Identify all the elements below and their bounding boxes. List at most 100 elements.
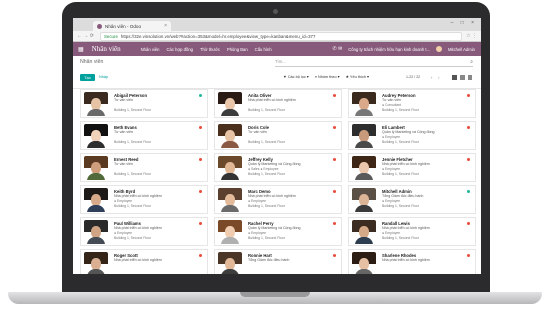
- presence-status-icon: [333, 94, 336, 97]
- employee-card[interactable]: Ronnie Hart Tổng Giám đốc điều hành: [214, 249, 342, 274]
- window-controls[interactable]: – □ ×: [451, 20, 478, 26]
- company-switcher[interactable]: Công ty trách nhiệm hữu hạn kinh doanh t…: [348, 47, 430, 52]
- presence-status-icon: [467, 190, 470, 193]
- employee-job-title: Tổng Giám đốc điều hành: [382, 194, 424, 198]
- employee-photo: [352, 220, 376, 244]
- employee-tags: ● Sales ● Employee: [248, 167, 279, 171]
- laptop-screen: Nhân viên - Odoo × – □ × ← → ⟳ Secure ht…: [73, 18, 481, 274]
- kanban-view-icon[interactable]: [452, 75, 457, 80]
- employee-photo: [352, 92, 376, 116]
- menu-item-configuration[interactable]: Cấu hình: [255, 47, 272, 52]
- employee-job-title: Nhà phát triển có kinh nghiệm: [382, 258, 430, 262]
- employee-location: Building 1, Second Floor: [248, 204, 285, 208]
- photo-body: [355, 237, 373, 244]
- employee-photo: [84, 156, 108, 180]
- employee-photo: [218, 156, 242, 180]
- employee-card[interactable]: Doris Cole Tư vấn viên Building 1, Second …: [214, 121, 342, 150]
- employee-card[interactable]: Paul Williams Nhà phát triển có kinh nghi…: [80, 217, 208, 246]
- search-options: ▼ Các bộ lọc ▾ ≡ Nhóm theo ▾ ★ Yêu thích…: [283, 74, 369, 81]
- employee-card[interactable]: Anita Oliver Nhà phát triển có kinh nghiệ…: [214, 89, 342, 118]
- photo-body: [87, 173, 105, 180]
- employee-tags: ● Employee: [382, 199, 401, 203]
- photo-body: [87, 237, 105, 244]
- employee-job-title: Nhà phát triển có kinh nghiệm: [114, 258, 162, 262]
- address-bar-row: ← → ⟳ Secure https://32e.vinsolution.vn/…: [73, 31, 481, 42]
- presence-status-icon: [333, 158, 336, 161]
- employee-location: Building 1, Second Floor: [114, 108, 151, 112]
- employee-location: Building 1, Second Floor: [382, 236, 419, 240]
- apps-menu-icon[interactable]: ▦: [78, 46, 84, 53]
- employee-photo: [352, 252, 376, 274]
- employee-job-title: Quản lý Marketing và Cộng đồng: [382, 130, 435, 134]
- employee-card[interactable]: Abigail Peterson Tư vấn viên Building 1, S…: [80, 89, 208, 118]
- favorites-dropdown[interactable]: ★ Yêu thích ▾: [346, 74, 369, 81]
- groupby-dropdown[interactable]: ≡ Nhóm theo ▾: [315, 74, 340, 81]
- employee-card[interactable]: Eli Lambert Quản lý Marketing và Cộng đồn…: [348, 121, 476, 150]
- presence-status-icon: [333, 222, 336, 225]
- bookmark-menu-icons[interactable]: ☆ ⋮: [466, 33, 477, 39]
- messaging-icons[interactable]: ✆ ✉: [333, 46, 343, 52]
- employee-card[interactable]: Audrey Peterson Tư vấn viên ● Consultant Bu…: [348, 89, 476, 118]
- employee-card[interactable]: Mitchell Admin Tổng Giám đốc điều hành ● E…: [348, 185, 476, 214]
- browser-tabbar: Nhân viên - Odoo × – □ ×: [73, 18, 481, 31]
- top-menu: Nhân viên Các hợp đồng Thờ thước Phòng B…: [141, 47, 272, 52]
- presence-status-icon: [199, 94, 202, 97]
- employee-job-title: Tư vấn viên: [114, 162, 133, 166]
- menu-item-attendance[interactable]: Thờ thước: [200, 47, 220, 52]
- control-panel: Nhân viên Tìm... ⌕ Tạo Nhập ▼ Các bộ lọc…: [73, 56, 481, 89]
- search-icon[interactable]: ⌕: [470, 59, 473, 65]
- create-button[interactable]: Tạo: [80, 74, 95, 81]
- photo-body: [221, 205, 239, 212]
- laptop-notch: [240, 292, 310, 297]
- nav-buttons[interactable]: ← → ⟳: [77, 33, 94, 39]
- list-view-icon[interactable]: [460, 75, 465, 80]
- presence-status-icon: [467, 94, 470, 97]
- address-bar[interactable]: Secure https://32e.vinsolution.vn/web?#a…: [99, 31, 463, 41]
- user-avatar[interactable]: [436, 46, 442, 52]
- secure-label: Secure: [103, 33, 118, 39]
- employee-job-title: Tư vấn viên: [248, 130, 267, 134]
- employee-card[interactable]: Marc Demo Nhà phát triển có kinh nghiệm ● …: [214, 185, 342, 214]
- employee-photo: [218, 220, 242, 244]
- employee-card[interactable]: Ernest Reed Tư vấn viên Building 1, Second…: [80, 153, 208, 182]
- user-menu[interactable]: Mitchell Admin: [448, 47, 475, 52]
- employee-card[interactable]: Randall Lewis Nhà phát triển có kinh nghi…: [348, 217, 476, 246]
- employee-card[interactable]: Rachel Perry Quản lý Marketing và Cộng đồ…: [214, 217, 342, 246]
- employee-job-title: Tổng Giám đốc điều hành: [248, 258, 290, 262]
- employee-job-title: Nhà phát triển có kinh nghiệm: [248, 98, 296, 102]
- employee-card[interactable]: Keith Byrd Nhà phát triển có kinh nghiệm ●…: [80, 185, 208, 214]
- employee-card[interactable]: Beth Evans Tư vấn viên Building 1, Second …: [80, 121, 208, 150]
- menu-item-departments[interactable]: Phòng Ban: [227, 47, 248, 52]
- employee-card[interactable]: Roger Scott Nhà phát triển có kinh nghiệm: [80, 249, 208, 274]
- presence-status-icon: [333, 254, 336, 257]
- pager-prev-icon[interactable]: ‹: [431, 74, 432, 81]
- employee-tags: ● Employee: [382, 167, 401, 171]
- import-button[interactable]: Nhập: [99, 74, 108, 81]
- activity-view-icon[interactable]: [468, 75, 472, 80]
- photo-body: [355, 109, 373, 116]
- close-tab-icon[interactable]: ×: [164, 23, 167, 29]
- employee-card[interactable]: Jennie Fletcher Nhà phát triển có kinh ng…: [348, 153, 476, 182]
- menu-item-contracts[interactable]: Các hợp đồng: [167, 47, 194, 52]
- photo-body: [355, 269, 373, 274]
- menu-item-employees[interactable]: Nhân viên: [141, 47, 160, 52]
- employee-card[interactable]: Sharlene Rhodes Nhà phát triển có kinh ng…: [348, 249, 476, 274]
- photo-body: [221, 173, 239, 180]
- employee-location: Building 1, Second Floor: [248, 172, 285, 176]
- photo-body: [221, 109, 239, 116]
- employee-photo: [218, 92, 242, 116]
- employee-location: Building 1, Second Floor: [248, 140, 285, 144]
- url-text: https://32e.vinsolution.vn/web?#action=3…: [120, 33, 316, 39]
- pager-value[interactable]: 1-22 / 22: [406, 74, 420, 81]
- presence-status-icon: [467, 158, 470, 161]
- employee-tags: ● Consultant: [382, 103, 402, 107]
- browser-tab[interactable]: Nhân viên - Odoo ×: [93, 21, 171, 31]
- employee-photo: [218, 188, 242, 212]
- search-input[interactable]: Tìm... ⌕: [275, 59, 473, 67]
- employee-job-title: Nhà phát triển có kinh nghiệm: [248, 194, 296, 198]
- employee-location: Building 1, Second Floor: [114, 140, 151, 144]
- filters-dropdown[interactable]: ▼ Các bộ lọc ▾: [283, 74, 309, 81]
- pager-next-icon[interactable]: ›: [438, 74, 439, 81]
- employee-card[interactable]: Jeffrey Kelly Quản lý Marketing và Cộng đ…: [214, 153, 342, 182]
- employee-photo: [84, 188, 108, 212]
